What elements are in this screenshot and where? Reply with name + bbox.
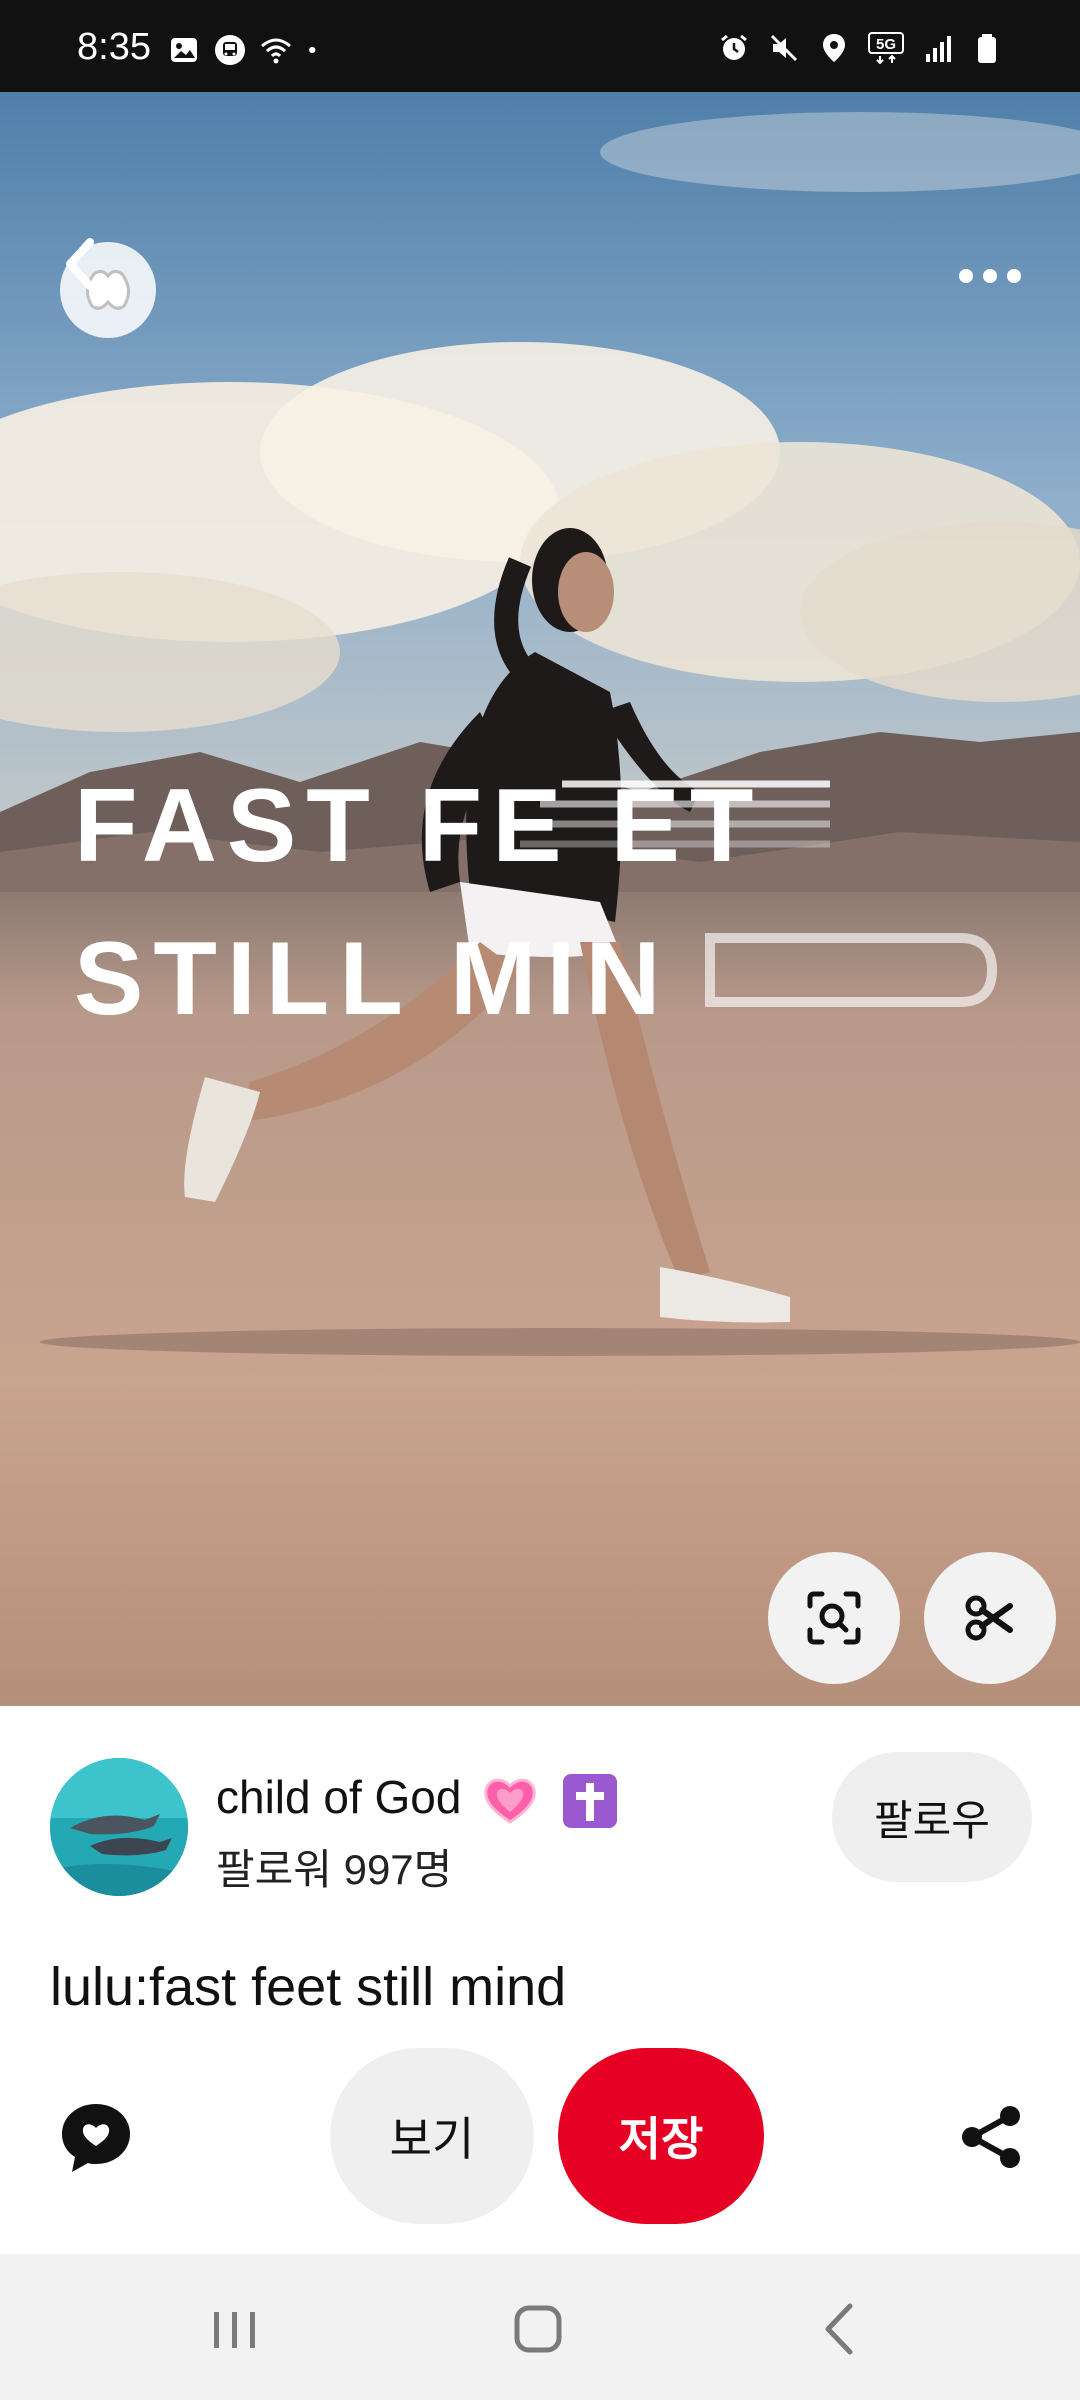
signal-icon bbox=[926, 36, 951, 62]
follow-button[interactable]: 팔로우 bbox=[832, 1752, 1032, 1882]
creator-name-text: child of God bbox=[216, 1771, 462, 1823]
status-right-icons: 5G bbox=[718, 32, 1004, 64]
heart-icon bbox=[484, 1778, 537, 1824]
status-left-icons bbox=[168, 34, 326, 66]
mute-icon bbox=[770, 34, 798, 62]
headline-line-2: STILL MIN bbox=[74, 921, 671, 1037]
alarm-icon bbox=[721, 34, 747, 60]
headline-line-1: FAST FE ET bbox=[74, 768, 764, 884]
more-icon[interactable] bbox=[956, 256, 1024, 296]
gallery-icon bbox=[171, 38, 197, 62]
location-icon bbox=[823, 34, 845, 62]
share-icon[interactable] bbox=[958, 2104, 1024, 2170]
creator-name[interactable]: child of God bbox=[216, 1770, 618, 1828]
status-bar: 8:35 5G bbox=[0, 0, 1080, 92]
svg-text:5G: 5G bbox=[876, 36, 896, 53]
view-button[interactable]: 보기 bbox=[330, 2048, 534, 2224]
wifi-icon bbox=[261, 38, 291, 64]
comment-icon[interactable] bbox=[58, 2100, 134, 2176]
latin-cross-icon bbox=[563, 1773, 618, 1828]
pin-image[interactable]: FAST FE ET STILL MIN bbox=[0, 92, 1080, 1706]
status-time: 8:35 bbox=[77, 26, 151, 68]
recents-icon[interactable] bbox=[200, 2294, 270, 2364]
avatar[interactable] bbox=[50, 1758, 188, 1896]
system-nav-bar bbox=[0, 2254, 1080, 2400]
dot-icon bbox=[309, 46, 316, 54]
save-button[interactable]: 저장 bbox=[558, 2048, 764, 2224]
back-arrow-icon bbox=[66, 238, 94, 290]
back-icon[interactable] bbox=[806, 2294, 876, 2364]
visual-search-button[interactable] bbox=[768, 1552, 900, 1684]
cut-button[interactable] bbox=[924, 1552, 1056, 1684]
creator-row: child of God 팔로워 997명 팔로우 bbox=[0, 1706, 1080, 1896]
dolphin-avatar-image bbox=[50, 1758, 188, 1896]
follower-count: 팔로워 997명 bbox=[216, 1846, 453, 1893]
bus-icon bbox=[215, 35, 245, 65]
battery-icon bbox=[978, 34, 996, 63]
5g-icon: 5G bbox=[868, 32, 904, 64]
home-icon[interactable] bbox=[503, 2294, 573, 2364]
visual-search-icon bbox=[807, 1591, 861, 1645]
hero-scene bbox=[0, 92, 1080, 1706]
scissors-icon bbox=[965, 1595, 1013, 1641]
pin-title: lulu:fast feet still mind bbox=[50, 1957, 567, 2017]
back-button[interactable] bbox=[60, 238, 156, 338]
